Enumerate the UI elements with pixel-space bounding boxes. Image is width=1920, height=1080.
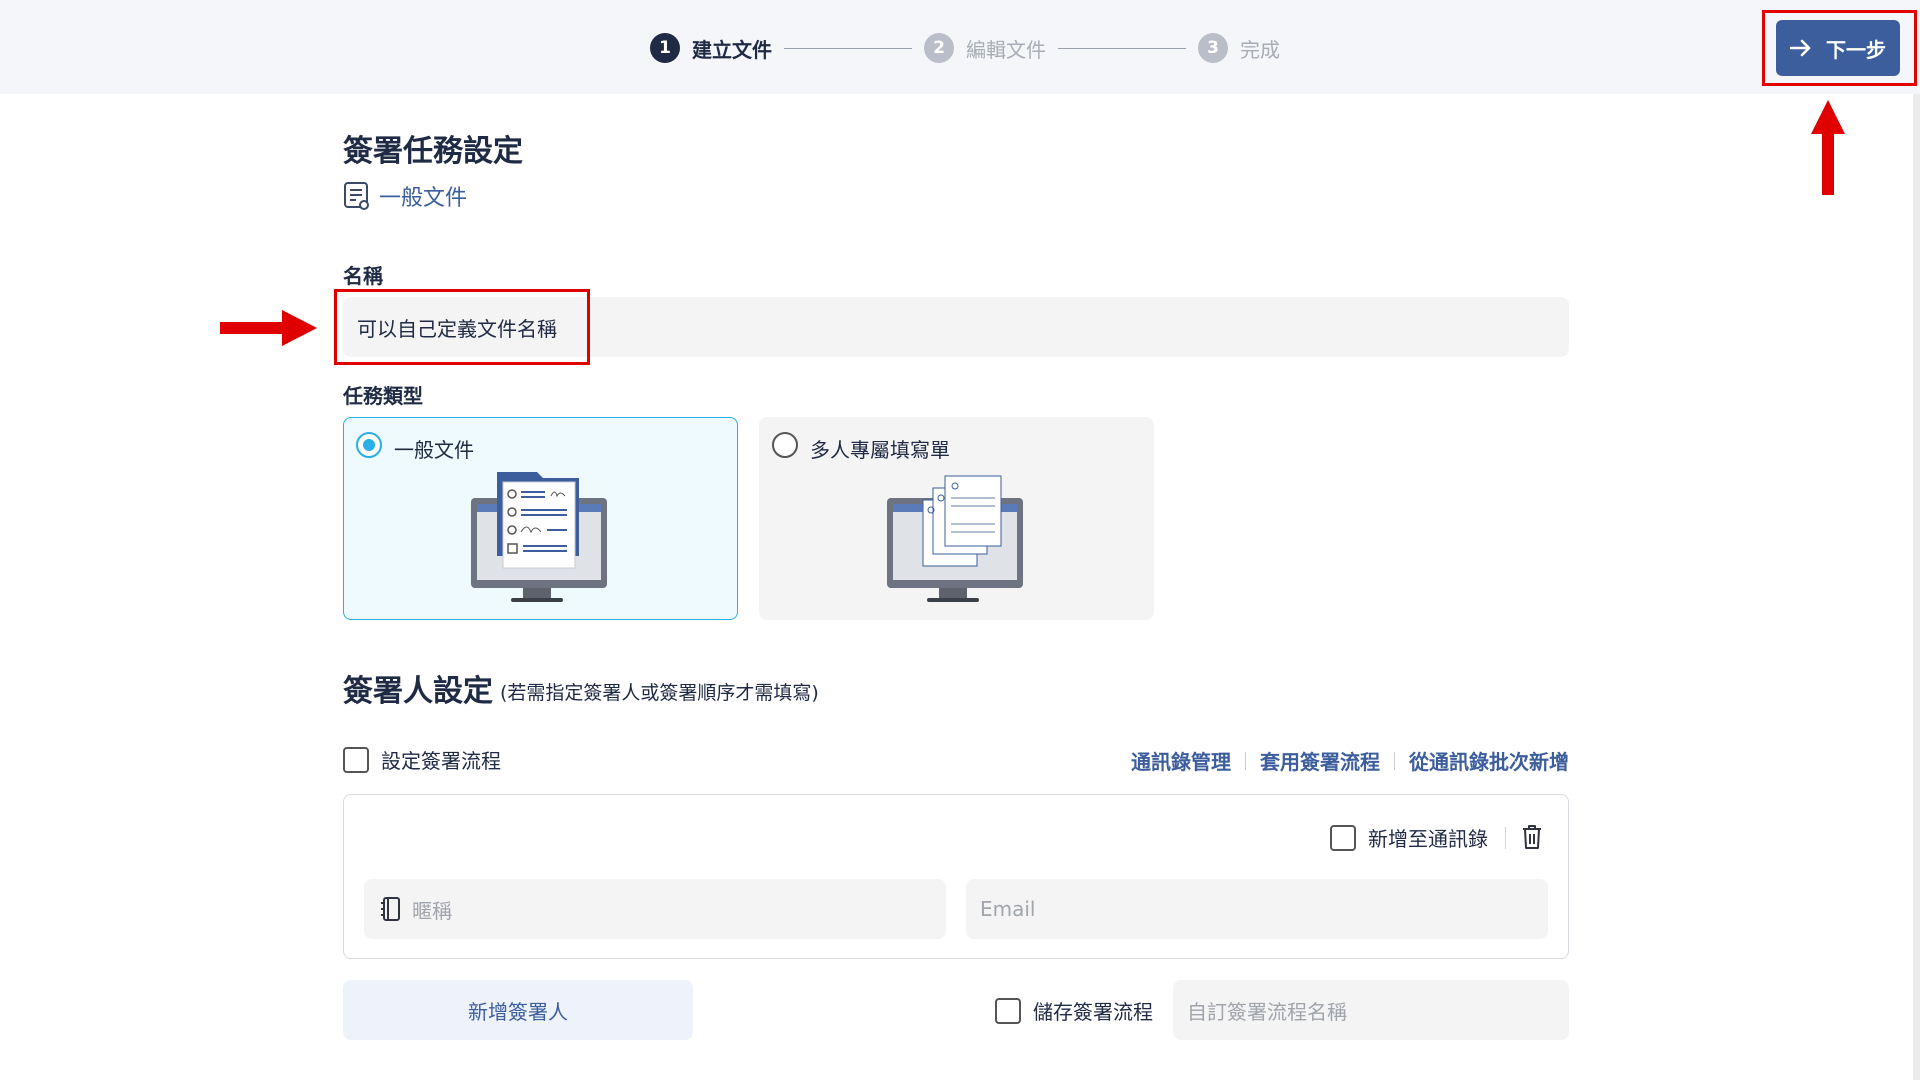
- checkbox-box[interactable]: [1330, 824, 1356, 851]
- step-label: 完成: [1240, 37, 1280, 62]
- red-arrow-up-icon: [1810, 100, 1846, 199]
- signer-entry-card: 新增至通訊錄 暱稱 Email: [343, 794, 1569, 959]
- step-label: 編輯文件: [966, 37, 1046, 62]
- doc-type-label: 一般文件: [379, 186, 468, 211]
- email-placeholder: Email: [980, 897, 1036, 921]
- red-arrow-right-icon: [220, 308, 318, 352]
- signer-links: 通訊錄管理 套用簽署流程 從通訊錄批次新增: [1131, 746, 1569, 775]
- nickname-placeholder: 暱稱: [412, 898, 452, 923]
- highlight-box-next: [1762, 10, 1917, 86]
- save-signing-flow-checkbox[interactable]: 儲存簽署流程: [995, 996, 1153, 1025]
- email-input[interactable]: Email: [966, 879, 1548, 939]
- save-signing-flow-label: 儲存簽署流程: [1033, 1000, 1153, 1024]
- set-signing-flow-label: 設定簽署流程: [381, 749, 501, 773]
- radio-selected[interactable]: [356, 432, 382, 458]
- vertical-divider: [1505, 827, 1506, 849]
- task-type-option-general[interactable]: 一般文件: [343, 417, 738, 620]
- contacts-management-link[interactable]: 通訊錄管理: [1131, 746, 1231, 775]
- general-document-illustration-icon: [467, 470, 607, 614]
- highlight-box-name: [334, 289, 590, 365]
- add-to-contacts-label: 新增至通訊錄: [1368, 827, 1488, 851]
- doc-type-indicator: 一般文件: [343, 180, 467, 212]
- step-label: 建立文件: [692, 37, 772, 62]
- flow-name-input[interactable]: 自訂簽署流程名稱: [1173, 980, 1569, 1040]
- task-type-option-multi-form[interactable]: 多人專屬填寫單: [759, 417, 1154, 620]
- task-type-option-label: 一般文件: [394, 438, 474, 462]
- name-label: 名稱: [343, 264, 383, 288]
- step-done: 3 完成: [1198, 33, 1280, 63]
- batch-add-from-contacts-link[interactable]: 從通訊錄批次新增: [1409, 746, 1569, 775]
- link-divider: [1394, 751, 1395, 770]
- nickname-input[interactable]: 暱稱: [364, 879, 946, 939]
- step-number: 1: [650, 33, 680, 63]
- signer-settings-subtitle: (若需指定簽署人或簽署順序才需填寫): [500, 682, 819, 704]
- signer-settings-title: 簽署人設定: [343, 674, 493, 709]
- step-number: 3: [1198, 33, 1228, 63]
- radio-unselected[interactable]: [772, 432, 798, 458]
- multi-form-illustration-icon: [883, 470, 1023, 614]
- checkbox-box[interactable]: [995, 997, 1021, 1024]
- checkbox-box[interactable]: [343, 746, 369, 773]
- stepper: 1 建立文件 2 編輯文件 3 完成: [650, 32, 1280, 64]
- scrollbar[interactable]: [1913, 94, 1920, 1080]
- link-divider: [1245, 751, 1246, 770]
- add-signer-button[interactable]: 新增簽署人: [343, 980, 693, 1040]
- trash-icon[interactable]: [1520, 823, 1544, 855]
- step-edit: 2 編輯文件: [924, 33, 1046, 63]
- set-signing-flow-checkbox[interactable]: 設定簽署流程: [343, 745, 501, 774]
- step-number: 2: [924, 33, 954, 63]
- top-bar: 1 建立文件 2 編輯文件 3 完成 下一步: [0, 0, 1920, 94]
- page-title: 簽署任務設定: [343, 134, 523, 169]
- task-type-option-label: 多人專屬填寫單: [810, 438, 950, 462]
- contact-book-icon: [378, 895, 402, 923]
- step-create: 1 建立文件: [650, 33, 772, 63]
- apply-signing-flow-link[interactable]: 套用簽署流程: [1260, 746, 1380, 775]
- task-type-label: 任務類型: [343, 384, 423, 408]
- step-connector: [784, 47, 912, 49]
- document-icon: [343, 181, 371, 211]
- step-connector: [1058, 47, 1186, 49]
- add-to-contacts-checkbox[interactable]: 新增至通訊錄: [1330, 823, 1488, 852]
- flow-name-placeholder: 自訂簽署流程名稱: [1187, 999, 1347, 1024]
